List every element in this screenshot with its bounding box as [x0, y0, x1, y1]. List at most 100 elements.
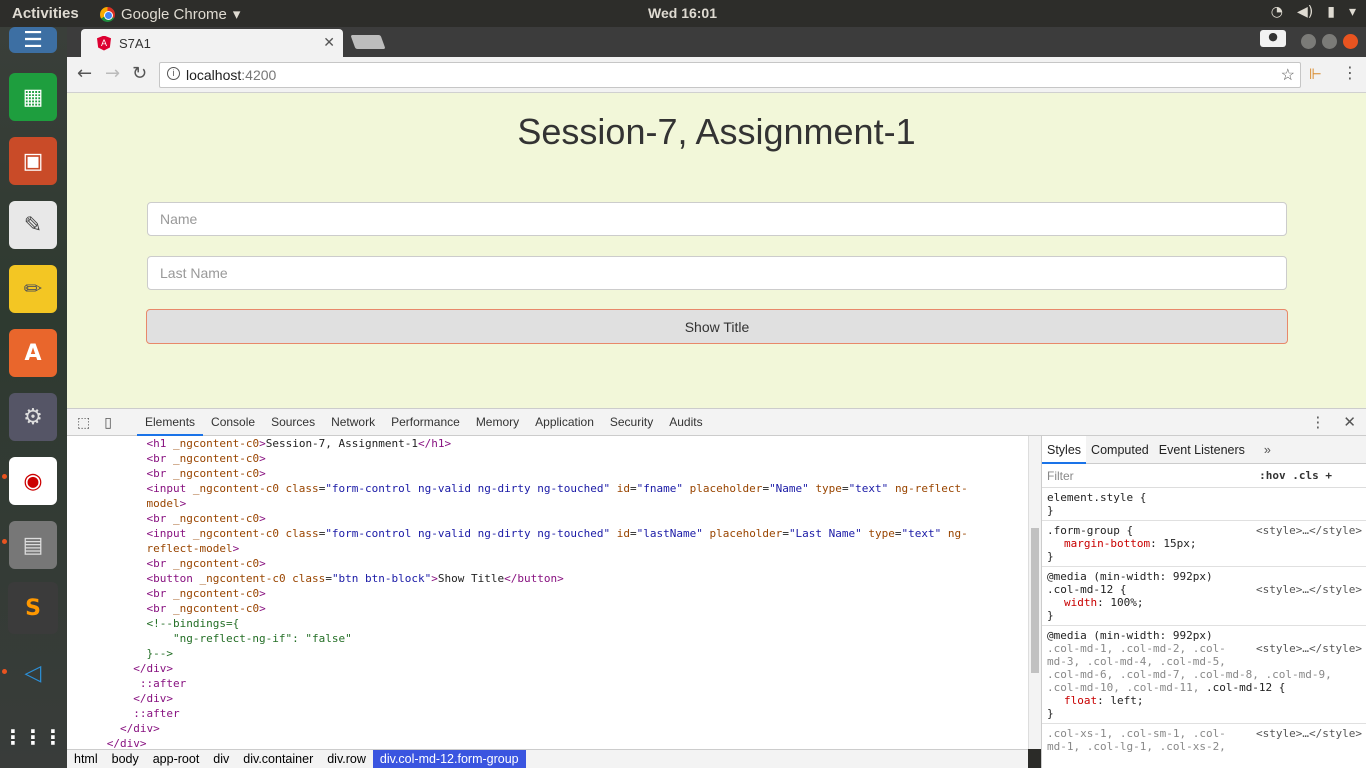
- dom-text: Session-7, Assignment-1: [265, 437, 419, 450]
- rule-source[interactable]: <style>…</style>: [1256, 524, 1362, 537]
- new-tab-button[interactable]: [350, 35, 386, 49]
- impress-icon[interactable]: ▣: [9, 137, 57, 185]
- rule-source[interactable]: <style>…</style>: [1256, 642, 1362, 655]
- more-tabs-icon[interactable]: »: [1250, 436, 1276, 464]
- breadcrumb-item[interactable]: div: [206, 750, 236, 768]
- styles-tab-event-listeners[interactable]: Event Listeners: [1154, 436, 1250, 464]
- devtools-tab-memory[interactable]: Memory: [468, 409, 527, 436]
- devtools-tab-sources[interactable]: Sources: [263, 409, 323, 436]
- page-viewport: Session-7, Assignment-1 Show Title: [67, 93, 1366, 408]
- cls-label: .cls: [1292, 469, 1319, 482]
- inspect-icon[interactable]: ⬚: [77, 414, 90, 431]
- calc-icon[interactable]: ▦: [9, 73, 57, 121]
- elements-panel[interactable]: <h1 _ngcontent-c0>Session-7, Assignment-…: [67, 436, 1028, 749]
- styles-filter[interactable]: Filter :hov .cls +: [1042, 464, 1366, 488]
- chevron-down-icon: ▾: [232, 6, 241, 23]
- breadcrumb-item[interactable]: div.container: [236, 750, 320, 768]
- devtools-menu-icon[interactable]: ⋮: [1310, 413, 1325, 431]
- system-tray[interactable]: ◔ ◀) ▮ ▾: [1271, 4, 1356, 20]
- styles-pane: Styles Computed Event Listeners» Filter :ho…: [1041, 436, 1366, 768]
- devtools-tab-elements[interactable]: Elements: [137, 409, 204, 436]
- reload-icon[interactable]: ↻: [132, 63, 147, 84]
- writer-icon[interactable]: ☰: [9, 27, 57, 53]
- rule-end: }: [1047, 609, 1054, 622]
- text-editor-icon[interactable]: ✎: [9, 201, 57, 249]
- hov-label: :hov: [1259, 469, 1286, 482]
- devtools-tab-console[interactable]: Console: [203, 409, 263, 436]
- system-tools-icon[interactable]: ⚙: [9, 393, 57, 441]
- breadcrumb-item[interactable]: div.row: [320, 750, 373, 768]
- minimize-button[interactable]: [1301, 34, 1316, 49]
- address-bar[interactable]: i localhost:4200 ☆: [159, 62, 1301, 88]
- prop-name[interactable]: float: [1064, 694, 1097, 707]
- filter-placeholder: Filter: [1047, 469, 1074, 483]
- hov-toggle[interactable]: :hov .cls +: [1259, 469, 1332, 482]
- dom-breadcrumb: html body app-root div div.container div.row d…: [67, 749, 1028, 768]
- last-name-input[interactable]: [147, 256, 1287, 290]
- maximize-button[interactable]: [1322, 34, 1337, 49]
- styles-tab-computed[interactable]: Computed: [1086, 436, 1154, 464]
- name-input[interactable]: [147, 202, 1287, 236]
- style-rule: <style>…</style> .form-group {margin-bott…: [1042, 521, 1366, 567]
- close-devtools-icon[interactable]: ✕: [1343, 413, 1356, 431]
- extension-icon[interactable]: ⊩: [1309, 65, 1322, 83]
- battery-icon: ▮: [1327, 4, 1335, 20]
- sublime-text-icon[interactable]: S: [8, 582, 58, 634]
- page-title: Session-7, Assignment-1: [517, 111, 916, 152]
- rule-source[interactable]: <style>…</style>: [1256, 583, 1362, 596]
- scroll-thumb[interactable]: [1031, 528, 1039, 673]
- rule-selector: element.style {: [1047, 491, 1147, 504]
- clock[interactable]: Wed 16:01: [648, 5, 717, 21]
- dom-comment: "ng-reflect-ng-if": "false": [159, 632, 352, 645]
- tab-strip: A S7A1 ✕ ●: [67, 27, 1366, 57]
- prop-value[interactable]: 100%;: [1110, 596, 1143, 609]
- devtools-tab-network[interactable]: Network: [323, 409, 383, 436]
- running-indicator: [2, 539, 7, 544]
- elements-scrollbar[interactable]: [1028, 436, 1041, 749]
- breadcrumb-item[interactable]: body: [105, 750, 146, 768]
- vscode-icon[interactable]: ◁: [9, 649, 57, 697]
- breadcrumb-item[interactable]: html: [67, 750, 105, 768]
- rule-end: }: [1047, 707, 1054, 720]
- pseudo-element: ::after: [133, 707, 180, 720]
- notes-icon[interactable]: ✏: [9, 265, 57, 313]
- devtools-tab-audits[interactable]: Audits: [661, 409, 710, 436]
- browser-tab[interactable]: A S7A1 ✕: [81, 29, 343, 57]
- devtools-tab-security[interactable]: Security: [602, 409, 661, 436]
- activities-button[interactable]: Activities: [12, 5, 79, 22]
- running-indicator: [2, 669, 7, 674]
- bookmark-star-icon[interactable]: ☆: [1281, 65, 1295, 85]
- style-rule: @media (min-width: 992px) <style>…</style…: [1042, 626, 1366, 724]
- close-tab-icon[interactable]: ✕: [323, 34, 335, 51]
- prop-name[interactable]: width: [1064, 596, 1097, 609]
- devtools-toolbar: ⬚ ▯ Elements Console Sources Network Performa…: [67, 408, 1366, 436]
- breadcrumb-item[interactable]: div.col-md-12.form-group: [372, 750, 526, 768]
- profile-icon[interactable]: ●: [1260, 30, 1286, 47]
- menu-icon[interactable]: ⋮: [1342, 63, 1358, 82]
- back-icon[interactable]: ←: [77, 63, 92, 84]
- prop-name[interactable]: margin-bottom: [1064, 537, 1150, 550]
- scanner-icon[interactable]: ▤: [9, 521, 57, 569]
- forward-icon[interactable]: →: [105, 63, 120, 84]
- rule-selector: md-3, .col-md-4, .col-md-5,: [1047, 655, 1226, 668]
- show-title-button[interactable]: Show Title: [146, 309, 1288, 344]
- prop-value[interactable]: 15px;: [1163, 537, 1196, 550]
- rule-end: }: [1047, 504, 1054, 517]
- app-menu[interactable]: Google Chrome ▾: [100, 5, 240, 23]
- media-query: @media (min-width: 992px): [1047, 629, 1213, 642]
- devtools-tab-application[interactable]: Application: [527, 409, 602, 436]
- styles-tab-styles[interactable]: Styles: [1042, 436, 1087, 464]
- okular-icon[interactable]: ◉: [9, 457, 57, 505]
- close-window-button[interactable]: [1343, 34, 1358, 49]
- prop-value[interactable]: left;: [1110, 694, 1143, 707]
- show-applications-icon[interactable]: ⋮⋮⋮: [3, 713, 63, 761]
- dom-comment: <!--bindings={: [146, 617, 240, 630]
- devtools-tab-performance[interactable]: Performance: [383, 409, 468, 436]
- rule-end: }: [1047, 550, 1054, 563]
- software-center-icon[interactable]: A: [9, 329, 57, 377]
- rule-selector: .col-md-10, .col-md-11,: [1047, 681, 1206, 694]
- rule-source[interactable]: <style>…</style>: [1256, 727, 1362, 740]
- info-icon[interactable]: i: [167, 67, 180, 80]
- device-toolbar-icon[interactable]: ▯: [104, 414, 112, 431]
- breadcrumb-item[interactable]: app-root: [146, 750, 207, 768]
